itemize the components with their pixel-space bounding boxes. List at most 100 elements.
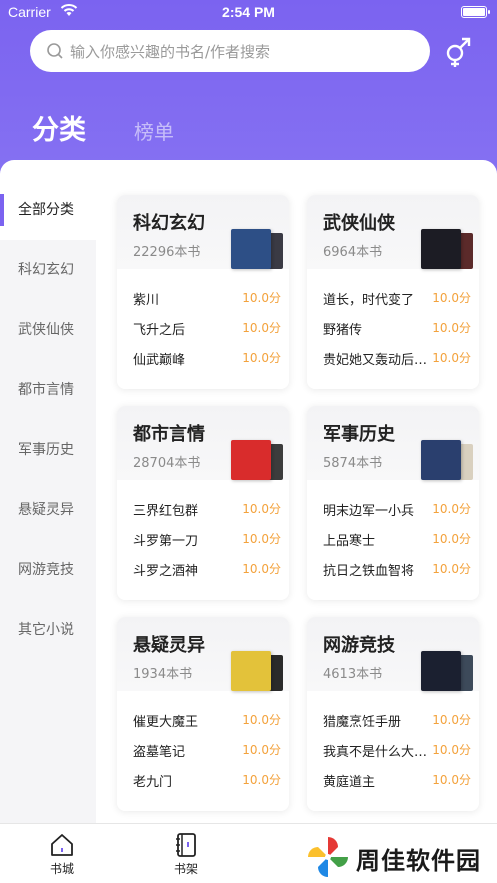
book-list-item[interactable]: 催更大魔王 10.0分 — [133, 711, 281, 731]
book-title: 抗日之铁血智将 — [323, 564, 415, 579]
tab-label: 书城 — [49, 862, 74, 876]
search-placeholder: 输入你感兴趣的书名/作者搜索 — [70, 42, 271, 61]
book-score: 10.0分 — [432, 502, 471, 516]
book-score: 10.0分 — [432, 562, 471, 576]
category-grid: 科幻玄幻 22296本书 紫川 10.0分 飞升之后 10.0分 仙武巅峰 10.0分… — [96, 160, 497, 823]
search-input[interactable]: 输入你感兴趣的书名/作者搜索 — [30, 30, 430, 72]
book-score: 10.0分 — [432, 532, 471, 546]
tab-label: 书架 — [173, 862, 198, 876]
sidebar-item-wuxia[interactable]: 武侠仙侠 — [0, 300, 96, 360]
card-count: 1934本书 — [133, 667, 193, 682]
book-cover-image — [231, 440, 271, 480]
book-list-item[interactable]: 贵妃她又轰动后… 10.0分 — [323, 349, 471, 369]
card-count: 28704本书 — [133, 456, 201, 471]
book-score: 10.0分 — [432, 743, 471, 757]
book-title: 催更大魔王 — [133, 715, 199, 730]
card-count: 22296本书 — [133, 245, 201, 260]
tab-bookstore[interactable]: 书城 — [32, 832, 92, 877]
card-title: 军事历史 — [323, 424, 395, 445]
watermark-logo: 周佳软件园 — [304, 833, 494, 881]
tab-category[interactable]: 分类 — [32, 108, 86, 147]
book-title: 明末边军一小兵 — [323, 504, 415, 519]
book-score: 10.0分 — [242, 743, 281, 757]
status-time: 2:54 PM — [222, 4, 275, 20]
category-card[interactable]: 网游竞技 4613本书 猎魔烹饪手册 10.0分 我真不是什么大… 10.0分 黄庭… — [307, 617, 479, 811]
book-cover-image — [421, 651, 461, 691]
battery-icon — [461, 6, 490, 18]
category-card[interactable]: 都市言情 28704本书 三界红包群 10.0分 斗罗第一刀 10.0分 斗罗之酒神… — [117, 406, 289, 600]
book-title: 老九门 — [133, 775, 173, 790]
book-title: 斗罗第一刀 — [133, 534, 199, 549]
card-title: 武侠仙侠 — [323, 213, 395, 234]
book-list-item[interactable]: 上品寒士 10.0分 — [323, 530, 471, 550]
book-score: 10.0分 — [242, 502, 281, 516]
book-title: 黄庭道主 — [323, 775, 376, 790]
home-icon — [51, 834, 73, 856]
category-card[interactable]: 武侠仙侠 6964本书 道长，时代变了 10.0分 野猪传 10.0分 贵妃她又轰动… — [307, 195, 479, 389]
card-title: 都市言情 — [133, 424, 205, 445]
card-count: 5874本书 — [323, 456, 383, 471]
book-score: 10.0分 — [242, 321, 281, 335]
book-list-item[interactable]: 飞升之后 10.0分 — [133, 319, 281, 339]
book-title: 三界红包群 — [133, 504, 199, 519]
book-cover-image — [231, 229, 271, 269]
book-title: 道长，时代变了 — [323, 293, 415, 308]
book-list-item[interactable]: 紫川 10.0分 — [133, 289, 281, 309]
gender-switch-icon[interactable] — [441, 36, 477, 68]
book-list-item[interactable]: 老九门 10.0分 — [133, 771, 281, 791]
category-card[interactable]: 军事历史 5874本书 明末边军一小兵 10.0分 上品寒士 10.0分 抗日之铁血… — [307, 406, 479, 600]
book-list-item[interactable]: 抗日之铁血智将 10.0分 — [323, 560, 471, 580]
card-title: 网游竞技 — [323, 635, 395, 656]
content-panel: 全部分类 科幻玄幻 武侠仙侠 都市言情 军事历史 悬疑灵异 网游竞技 其它小说 … — [0, 160, 497, 823]
tab-bookshelf[interactable]: 书架 — [156, 832, 216, 877]
book-list-item[interactable]: 盗墓笔记 10.0分 — [133, 741, 281, 761]
sidebar-item-scifi[interactable]: 科幻玄幻 — [0, 240, 96, 300]
card-title: 科幻玄幻 — [133, 213, 205, 234]
book-title: 紫川 — [133, 293, 160, 308]
book-score: 10.0分 — [242, 351, 281, 365]
book-list-item[interactable]: 仙武巅峰 10.0分 — [133, 349, 281, 369]
sidebar-item-military[interactable]: 军事历史 — [0, 420, 96, 480]
book-icon — [176, 833, 196, 857]
sidebar-item-gaming[interactable]: 网游竞技 — [0, 540, 96, 600]
book-score: 10.0分 — [242, 291, 281, 305]
pinwheel-logo-icon — [308, 837, 348, 877]
book-score: 10.0分 — [242, 773, 281, 787]
status-bar: Carrier 2:54 PM — [0, 0, 497, 26]
book-score: 10.0分 — [432, 713, 471, 727]
sidebar-item-other[interactable]: 其它小说 — [0, 600, 96, 660]
book-title: 飞升之后 — [133, 323, 186, 338]
sidebar-item-mystery[interactable]: 悬疑灵异 — [0, 480, 96, 540]
sidebar-item-urban[interactable]: 都市言情 — [0, 360, 96, 420]
book-title: 斗罗之酒神 — [133, 564, 199, 579]
book-title: 贵妃她又轰动后… — [323, 353, 428, 368]
book-title: 上品寒士 — [323, 534, 376, 549]
book-title: 盗墓笔记 — [133, 745, 186, 760]
book-cover-image — [421, 440, 461, 480]
book-score: 10.0分 — [432, 773, 471, 787]
book-list-item[interactable]: 野猪传 10.0分 — [323, 319, 471, 339]
book-list-item[interactable]: 道长，时代变了 10.0分 — [323, 289, 471, 309]
category-sidebar: 全部分类 科幻玄幻 武侠仙侠 都市言情 军事历史 悬疑灵异 网游竞技 其它小说 — [0, 180, 96, 823]
book-score: 10.0分 — [242, 713, 281, 727]
tab-ranking[interactable]: 榜单 — [134, 116, 174, 145]
search-icon — [47, 43, 63, 59]
card-title: 悬疑灵异 — [133, 635, 205, 656]
book-list-item[interactable]: 三界红包群 10.0分 — [133, 500, 281, 520]
category-card[interactable]: 悬疑灵异 1934本书 催更大魔王 10.0分 盗墓笔记 10.0分 老九门 10.0… — [117, 617, 289, 811]
book-list-item[interactable]: 黄庭道主 10.0分 — [323, 771, 471, 791]
book-list-item[interactable]: 斗罗第一刀 10.0分 — [133, 530, 281, 550]
book-list-item[interactable]: 猎魔烹饪手册 10.0分 — [323, 711, 471, 731]
book-list-item[interactable]: 明末边军一小兵 10.0分 — [323, 500, 471, 520]
book-list-item[interactable]: 斗罗之酒神 10.0分 — [133, 560, 281, 580]
category-card[interactable]: 科幻玄幻 22296本书 紫川 10.0分 飞升之后 10.0分 仙武巅峰 10.0分 — [117, 195, 289, 389]
book-list-item[interactable]: 我真不是什么大… 10.0分 — [323, 741, 471, 761]
book-cover-image — [421, 229, 461, 269]
book-score: 10.0分 — [242, 562, 281, 576]
book-title: 野猪传 — [323, 323, 363, 338]
book-score: 10.0分 — [432, 351, 471, 365]
book-score: 10.0分 — [432, 291, 471, 305]
card-count: 4613本书 — [323, 667, 383, 682]
book-score: 10.0分 — [242, 532, 281, 546]
sidebar-item-all[interactable]: 全部分类 — [0, 180, 96, 240]
